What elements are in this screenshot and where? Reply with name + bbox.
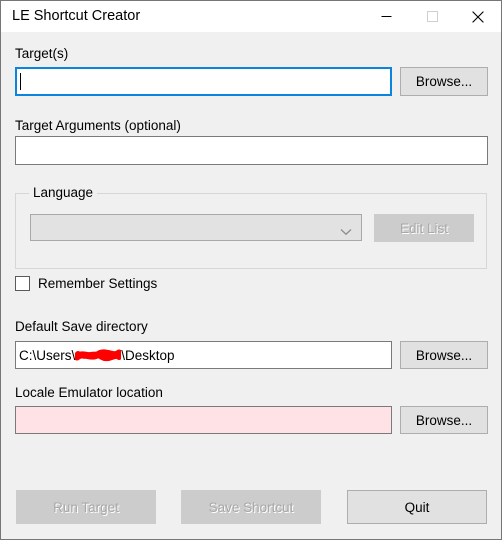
- default-save-directory-browse-button[interactable]: Browse...: [400, 341, 488, 369]
- default-save-directory-label: Default Save directory: [15, 319, 148, 334]
- close-icon: [472, 10, 484, 23]
- client-area: Target(s) Browse... Target Arguments (op…: [1, 32, 501, 539]
- remember-settings-label: Remember Settings: [38, 276, 158, 291]
- text-caret: [20, 73, 21, 90]
- remember-settings-checkbox[interactable]: [15, 276, 30, 291]
- title-bar[interactable]: LE Shortcut Creator: [1, 1, 501, 32]
- language-groupbox-label: Language: [29, 185, 98, 200]
- locale-emulator-location-input[interactable]: [15, 406, 392, 434]
- close-button[interactable]: [455, 1, 501, 32]
- maximize-icon: [426, 11, 438, 22]
- target-input[interactable]: [15, 67, 392, 96]
- locale-emulator-location-label: Locale Emulator location: [15, 385, 163, 400]
- edit-list-button[interactable]: Edit List: [374, 214, 474, 242]
- caption-button-group: [363, 1, 501, 32]
- target-browse-button[interactable]: Browse...: [400, 67, 488, 96]
- window-title: LE Shortcut Creator: [12, 8, 141, 25]
- language-groupbox: Language Edit List: [15, 185, 487, 269]
- default-save-directory-input[interactable]: C:\Users\ \Desktop: [15, 341, 392, 369]
- locale-emulator-location-browse-button[interactable]: Browse...: [400, 406, 488, 434]
- le-shortcut-creator-window: LE Shortcut Creator Target(s) Browse... …: [0, 0, 502, 540]
- language-combobox[interactable]: [30, 214, 362, 241]
- default-save-directory-prefix: C:\Users\: [19, 347, 76, 363]
- redaction-mark: [75, 348, 122, 363]
- run-target-button[interactable]: Run Target: [16, 490, 156, 524]
- minimize-button[interactable]: [363, 1, 409, 32]
- chevron-down-icon: [340, 224, 352, 235]
- maximize-button[interactable]: [409, 1, 455, 32]
- target-arguments-input[interactable]: [15, 136, 488, 165]
- save-shortcut-button[interactable]: Save Shortcut: [181, 490, 321, 524]
- remember-settings-row[interactable]: Remember Settings: [15, 276, 157, 291]
- target-label: Target(s): [15, 46, 69, 61]
- default-save-directory-suffix: \Desktop: [121, 347, 175, 363]
- minimize-icon: [381, 11, 392, 22]
- target-arguments-label: Target Arguments (optional): [15, 118, 181, 133]
- quit-button[interactable]: Quit: [347, 490, 487, 524]
